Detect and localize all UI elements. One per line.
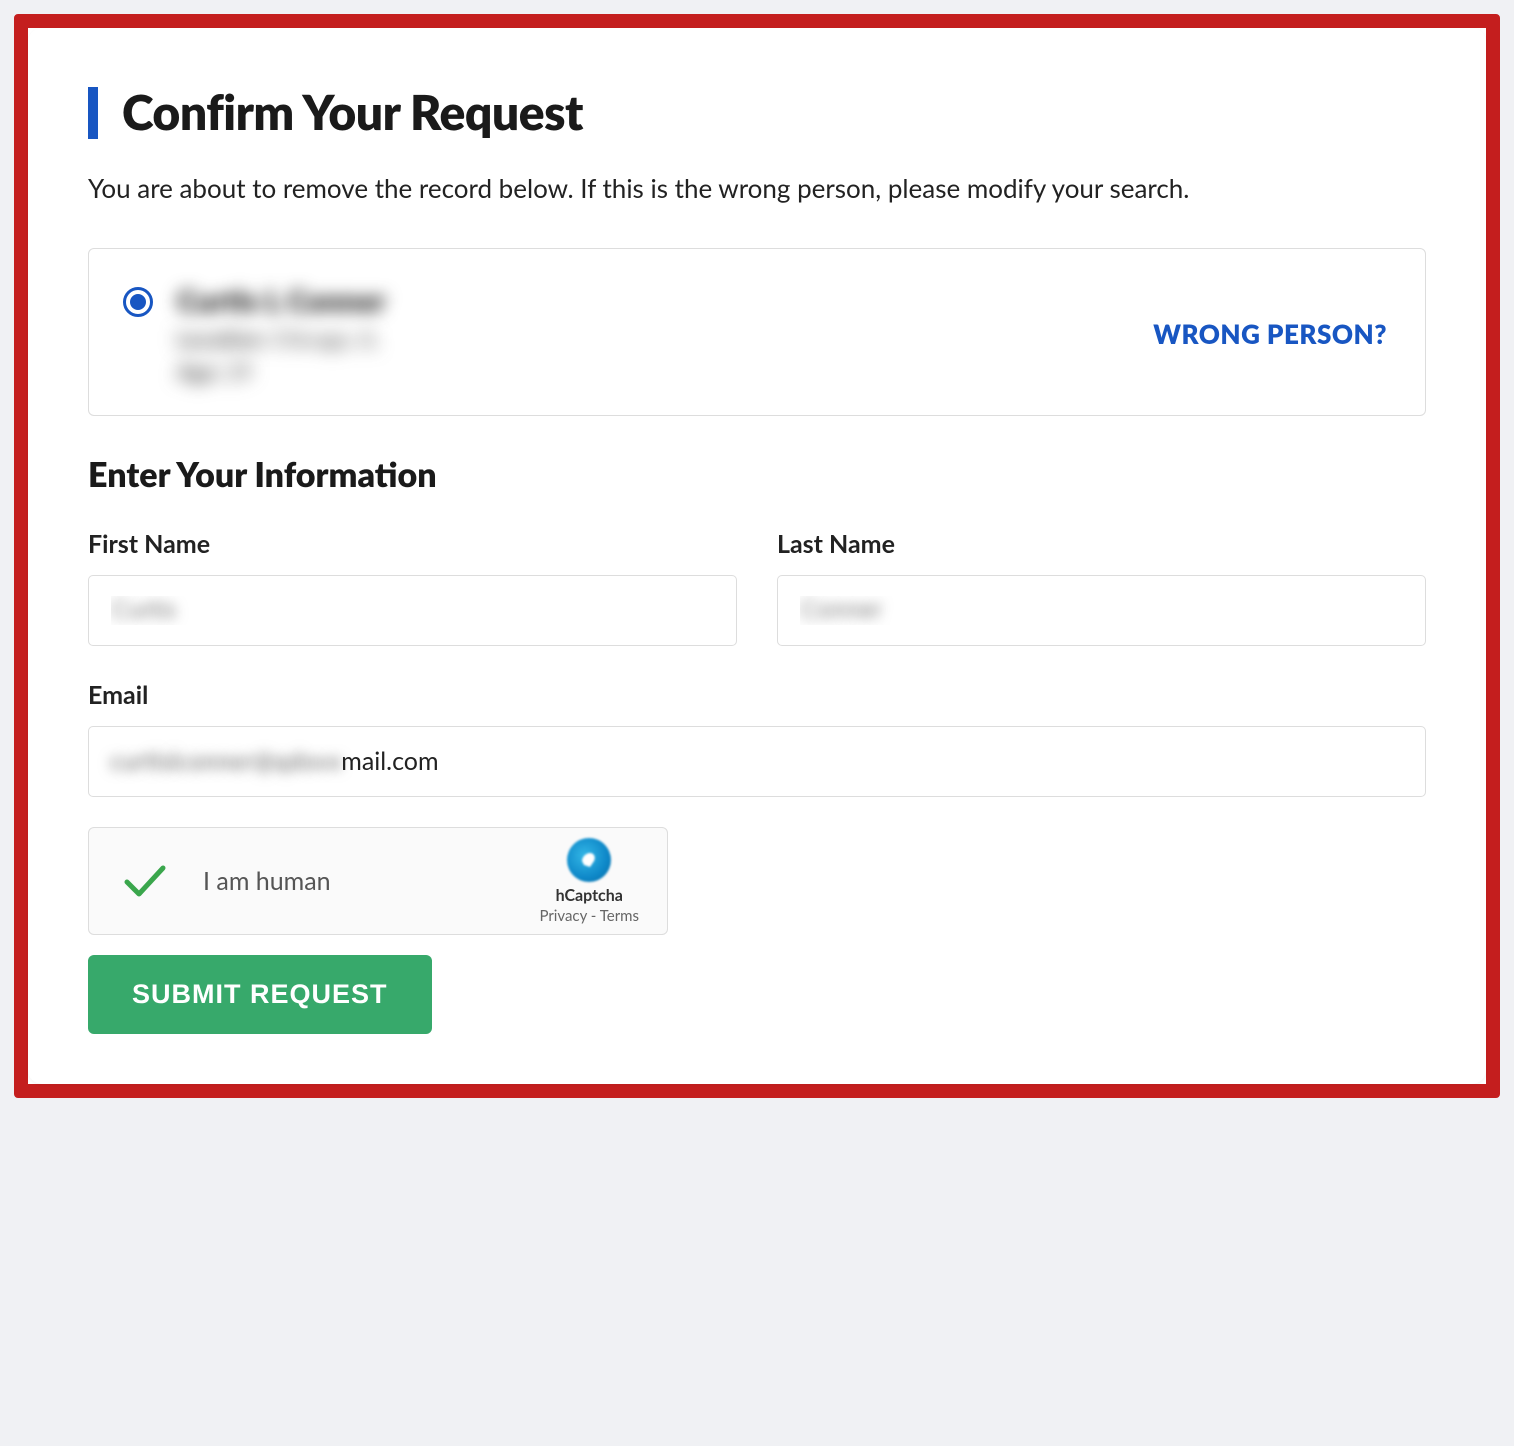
captcha-box[interactable]: I am human hCaptcha Privacy - Terms — [88, 827, 668, 935]
last-name-input[interactable] — [777, 575, 1426, 646]
captcha-privacy-link[interactable]: Privacy — [539, 907, 586, 925]
record-info: Curtis L Conner Location: Chicago, IL Ag… — [177, 283, 386, 385]
captcha-right: hCaptcha Privacy - Terms — [539, 838, 639, 925]
radio-dot-icon — [130, 294, 146, 310]
email-input[interactable] — [88, 726, 1426, 797]
captcha-left: I am human — [123, 862, 331, 900]
email-label: Email — [88, 680, 1426, 710]
title-accent-bar — [88, 87, 98, 139]
first-name-input[interactable] — [88, 575, 737, 646]
record-location-value: Chicago, IL — [273, 325, 379, 352]
wrong-person-link[interactable]: WRONG PERSON? — [1153, 318, 1387, 350]
record-radio[interactable] — [123, 287, 153, 317]
last-name-label: Last Name — [777, 529, 1426, 559]
record-age: Age: 29 — [177, 358, 386, 385]
record-location-label: Location: — [177, 325, 267, 352]
record-age-label: Age: — [177, 358, 221, 385]
record-location: Location: Chicago, IL — [177, 325, 386, 352]
page-title: Confirm Your Request — [122, 84, 583, 141]
record-left: Curtis L Conner Location: Chicago, IL Ag… — [123, 283, 386, 385]
page-subtitle: You are about to remove the record below… — [88, 169, 1426, 208]
title-row: Confirm Your Request — [88, 84, 1426, 141]
record-name: Curtis L Conner — [177, 283, 386, 319]
email-value-wrap: curtislconner@qdovx curtislconner@qdovxm… — [88, 726, 1426, 797]
name-row: First Name Last Name — [88, 529, 1426, 646]
hcaptcha-logo-icon — [567, 838, 611, 882]
captcha-text: I am human — [203, 866, 331, 896]
captcha-terms-link[interactable]: Terms — [600, 907, 639, 925]
last-name-group: Last Name — [777, 529, 1426, 646]
email-group: Email curtislconner@qdovx curtislconner@… — [88, 680, 1426, 797]
first-name-label: First Name — [88, 529, 737, 559]
form-section-title: Enter Your Information — [88, 454, 1426, 495]
checkmark-icon — [123, 862, 167, 900]
first-name-group: First Name — [88, 529, 737, 646]
highlight-frame: Confirm Your Request You are about to re… — [14, 14, 1500, 1098]
captcha-links: Privacy - Terms — [539, 907, 639, 925]
confirm-request-card: Confirm Your Request You are about to re… — [28, 28, 1486, 1084]
record-box: Curtis L Conner Location: Chicago, IL Ag… — [88, 248, 1426, 416]
captcha-brand: hCaptcha — [556, 886, 623, 905]
submit-request-button[interactable]: SUBMIT REQUEST — [88, 955, 432, 1034]
record-age-value: 29 — [227, 358, 253, 385]
